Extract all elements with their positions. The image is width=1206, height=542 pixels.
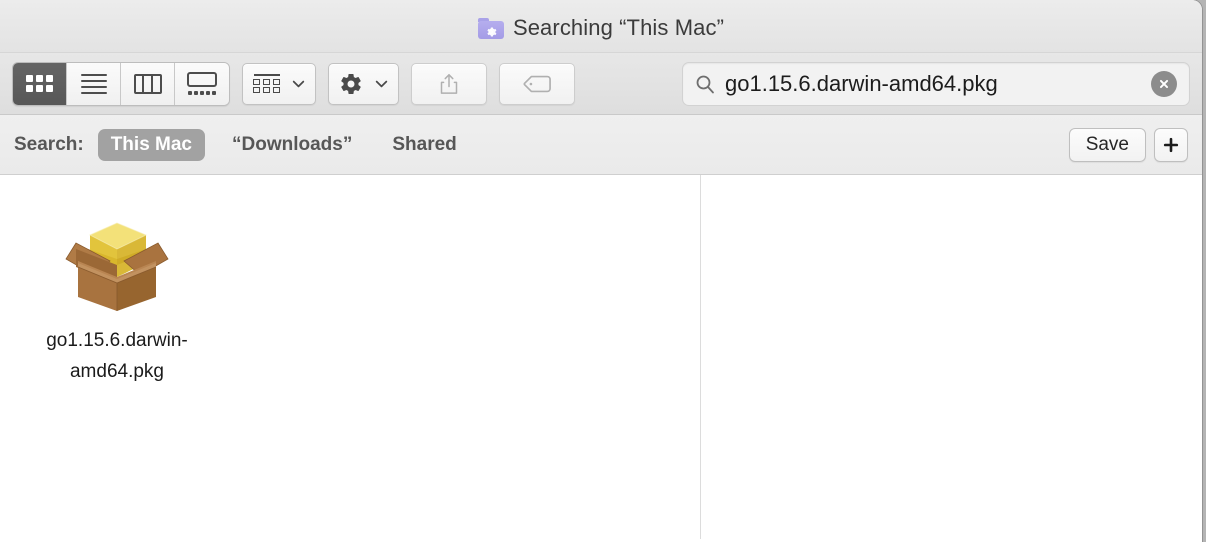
- share-button[interactable]: [411, 62, 487, 105]
- list-item[interactable]: go1.15.6.darwin-amd64.pkg: [22, 197, 212, 387]
- search-scope-label: Search:: [14, 133, 84, 155]
- preview-pane: [701, 175, 1202, 539]
- desktop-background: Searching “This Mac” go1.15.6.darwin-amd…: [0, 0, 1206, 542]
- scope-item-shared[interactable]: Shared: [379, 129, 469, 161]
- file-list-pane[interactable]: go1.15.6.darwin-amd64.pkg: [0, 175, 701, 539]
- columns-icon: [133, 73, 162, 94]
- list-item-label: go1.15.6.darwin-amd64.pkg: [46, 330, 188, 382]
- arrange-icon: [253, 74, 280, 93]
- scope-item-this-mac[interactable]: This Mac: [97, 128, 206, 161]
- list-view-button[interactable]: [67, 62, 121, 105]
- search-input[interactable]: go1.15.6.darwin-amd64.pkg: [725, 71, 1151, 97]
- clear-search-button[interactable]: [1151, 70, 1177, 97]
- chevron-down-icon: [292, 80, 305, 87]
- icon-view-button[interactable]: [13, 62, 67, 105]
- grid-icon: [26, 75, 53, 92]
- search-icon: [696, 75, 714, 93]
- column-view-button[interactable]: [121, 62, 175, 105]
- window-title: Searching “This Mac”: [512, 15, 725, 40]
- smart-folder-icon: [477, 17, 504, 39]
- finder-content-area: go1.15.6.darwin-amd64.pkg: [0, 175, 1202, 539]
- gallery-icon: [187, 72, 217, 95]
- chevron-down-icon: [375, 80, 388, 87]
- window-titlebar: Searching “This Mac”: [0, 0, 1202, 53]
- add-search-criteria-button[interactable]: [1154, 127, 1188, 162]
- share-icon: [440, 73, 458, 94]
- package-installer-icon: [65, 222, 169, 311]
- save-search-button[interactable]: Save: [1068, 127, 1146, 162]
- scope-item-downloads[interactable]: “Downloads”: [219, 129, 365, 161]
- tags-button[interactable]: [499, 62, 575, 105]
- gallery-view-button[interactable]: [175, 62, 229, 105]
- search-field[interactable]: go1.15.6.darwin-amd64.pkg: [682, 61, 1190, 106]
- list-icon: [80, 73, 107, 94]
- gear-icon: [341, 73, 361, 94]
- tag-icon: [523, 75, 551, 92]
- action-button[interactable]: [328, 62, 399, 105]
- finder-toolbar: go1.15.6.darwin-amd64.pkg: [0, 53, 1202, 115]
- finder-window: Searching “This Mac” go1.15.6.darwin-amd…: [0, 0, 1202, 542]
- arrange-button[interactable]: [242, 62, 316, 105]
- search-scope-bar: Search: This Mac “Downloads” Shared Save: [0, 115, 1202, 175]
- view-mode-segmented-control[interactable]: [12, 61, 230, 106]
- close-icon: [1159, 79, 1169, 88]
- plus-icon: [1163, 137, 1179, 152]
